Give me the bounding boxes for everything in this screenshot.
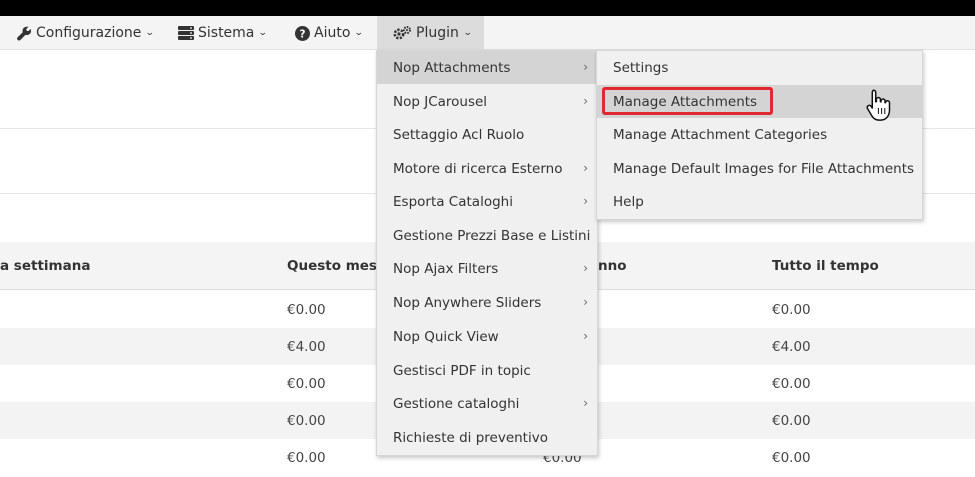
cell-all-time: €0.00: [772, 375, 811, 392]
nav-sistema[interactable]: Sistema ⌄: [178, 16, 269, 50]
cell-all-time: €0.00: [772, 301, 811, 318]
menu-item-label: Motore di ricerca Esterno: [393, 160, 563, 177]
menu-item-nop-attachments[interactable]: Nop Attachments ›: [377, 51, 597, 84]
menu-item-label: Nop JCarousel: [393, 93, 488, 110]
submenu-item-label: Settings: [613, 59, 669, 76]
chevron-right-icon: ›: [583, 194, 588, 208]
menu-item-gestisci-pdf[interactable]: Gestisci PDF in topic: [377, 354, 597, 387]
question-circle-icon: ?: [294, 25, 310, 41]
chevron-right-icon: ›: [583, 161, 588, 175]
cell-month: €0.00: [287, 301, 326, 318]
cell-month: €4.00: [287, 338, 326, 355]
menu-item-label: Nop Attachments: [393, 59, 511, 76]
header-week: a settimana: [0, 258, 91, 274]
menu-item-label: Richieste di preventivo: [393, 429, 548, 446]
menu-item-label: Settaggio Acl Ruolo: [393, 126, 525, 143]
nav-aiuto[interactable]: ? Aiuto ⌄: [294, 16, 365, 50]
chevron-right-icon: ›: [583, 60, 588, 74]
nav-plugin[interactable]: Plugin ⌄: [377, 16, 484, 50]
submenu-item-label: Manage Attachment Categories: [613, 126, 828, 143]
chevron-down-icon: ⌄: [145, 28, 156, 38]
chevron-right-icon: ›: [583, 261, 588, 275]
menu-item-label: Gestione cataloghi: [393, 395, 520, 412]
menu-item-label: Gestione Prezzi Base e Listini: [393, 227, 591, 244]
menu-item-label: Gestisci PDF in topic: [393, 362, 531, 379]
submenu-item-help[interactable]: Help: [597, 185, 922, 218]
top-black-bar: [0, 0, 975, 16]
menu-item-nop-anywhere-sliders[interactable]: Nop Anywhere Sliders ›: [377, 286, 597, 319]
gears-icon: [392, 25, 412, 41]
menu-item-nop-jcarousel[interactable]: Nop JCarousel ›: [377, 85, 597, 118]
submenu-item-manage-default-images[interactable]: Manage Default Images for File Attachmen…: [597, 152, 922, 185]
chevron-down-icon: ⌄: [258, 28, 269, 38]
attachments-submenu: Settings Manage Attachments Manage Attac…: [596, 50, 923, 220]
chevron-right-icon: ›: [583, 94, 588, 108]
submenu-item-label: Help: [613, 193, 644, 210]
menu-item-gestione-prezzi[interactable]: Gestione Prezzi Base e Listini: [377, 219, 597, 252]
menu-item-settaggio-acl-ruolo[interactable]: Settaggio Acl Ruolo: [377, 118, 597, 151]
chevron-right-icon: ›: [583, 295, 588, 309]
nav-plugin-label: Plugin: [416, 25, 459, 41]
header-month: Questo mese: [287, 258, 387, 274]
submenu-item-manage-attachment-categories[interactable]: Manage Attachment Categories: [597, 118, 922, 151]
cell-all-time: €4.00: [772, 338, 811, 355]
menu-item-label: Esporta Cataloghi: [393, 193, 513, 210]
menu-item-label: Nop Anywhere Sliders: [393, 294, 542, 311]
header-all-time: Tutto il tempo: [772, 258, 879, 274]
nav-aiuto-label: Aiuto: [314, 25, 351, 41]
cell-all-time: €0.00: [772, 412, 811, 429]
admin-navbar: Configurazione ⌄ Sistema ⌄ ? Aiuto ⌄ Plu…: [0, 16, 975, 50]
submenu-item-settings[interactable]: Settings: [597, 51, 922, 84]
nav-configurazione-label: Configurazione: [36, 25, 142, 41]
menu-item-nop-ajax-filters[interactable]: Nop Ajax Filters ›: [377, 252, 597, 285]
chevron-right-icon: ›: [583, 329, 588, 343]
server-icon: [178, 25, 194, 41]
cell-month: €0.00: [287, 449, 326, 466]
cell-month: €0.00: [287, 375, 326, 392]
wrench-icon: [16, 25, 32, 41]
chevron-down-icon: ⌄: [354, 28, 365, 38]
menu-item-label: Nop Quick View: [393, 328, 499, 345]
header-year: nno: [598, 258, 627, 274]
chevron-down-icon: ⌄: [462, 28, 473, 38]
menu-item-esporta-cataloghi[interactable]: Esporta Cataloghi ›: [377, 185, 597, 218]
nav-sistema-label: Sistema: [198, 25, 255, 41]
menu-item-motore-ricerca-esterno[interactable]: Motore di ricerca Esterno ›: [377, 152, 597, 185]
menu-item-label: Nop Ajax Filters: [393, 260, 499, 277]
submenu-item-label: Manage Default Images for File Attachmen…: [613, 160, 915, 177]
menu-item-nop-quick-view[interactable]: Nop Quick View ›: [377, 320, 597, 353]
plugin-dropdown-menu: Nop Attachments › Nop JCarousel › Settag…: [376, 50, 598, 456]
menu-item-gestione-cataloghi[interactable]: Gestione cataloghi ›: [377, 387, 597, 420]
highlight-box: [602, 87, 773, 115]
hand-pointer-icon: [866, 88, 892, 122]
nav-configurazione[interactable]: Configurazione ⌄: [16, 16, 156, 50]
svg-text:?: ?: [299, 28, 305, 40]
cell-month: €0.00: [287, 412, 326, 429]
chevron-right-icon: ›: [583, 396, 588, 410]
cell-all-time: €0.00: [772, 449, 811, 466]
menu-item-richieste-preventivo[interactable]: Richieste di preventivo: [377, 421, 597, 454]
